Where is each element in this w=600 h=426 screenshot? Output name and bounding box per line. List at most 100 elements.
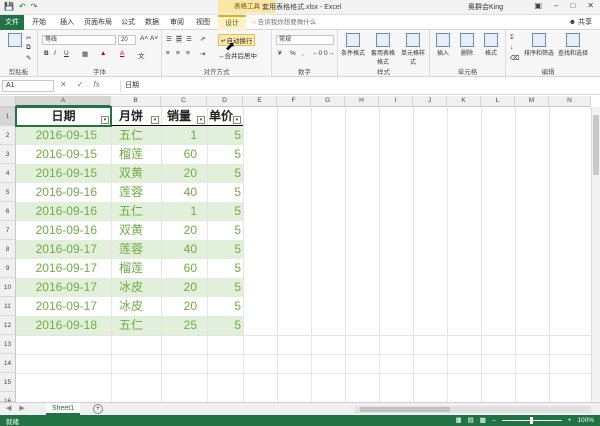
underline-button[interactable]: U (64, 50, 69, 57)
price-cell[interactable]: 5 (207, 278, 243, 297)
vertical-scrollbar[interactable] (591, 107, 600, 402)
table-row[interactable]: 2016-09-16 莲蓉 40 5 (0, 183, 243, 202)
row-header-15[interactable]: 15 (0, 373, 16, 392)
tab-data[interactable]: 数据 (142, 15, 162, 30)
row-header-1[interactable]: 1 (0, 107, 16, 126)
tab-design[interactable]: 设计 (218, 15, 246, 30)
mooncake-cell[interactable]: 冰皮 (111, 297, 161, 316)
column-header-l[interactable]: L (481, 96, 515, 107)
table-row[interactable]: 2016-09-15 五仁 1 5 (0, 126, 243, 145)
price-cell[interactable]: 5 (207, 126, 243, 145)
insert-function-icon[interactable]: fx (93, 80, 99, 89)
column-header-i[interactable]: I (379, 96, 413, 107)
italic-button[interactable]: I (54, 50, 56, 57)
font-color-icon[interactable]: A (120, 50, 124, 57)
format-as-table-button[interactable]: 套用表格格式 (370, 33, 396, 66)
delete-cells-button[interactable]: 删除 (454, 33, 480, 57)
find-select-button[interactable]: 查找和选择 (556, 33, 590, 57)
font-size-select[interactable]: 20 (118, 35, 136, 45)
quantity-cell[interactable]: 40 (161, 240, 207, 259)
sort-filter-button[interactable]: 排序和筛选 (522, 33, 556, 57)
horizontal-scroll-thumb[interactable] (360, 407, 450, 412)
row-header-16[interactable]: 16 (0, 392, 16, 402)
quantity-cell[interactable]: 40 (161, 183, 207, 202)
vertical-scroll-thumb[interactable] (593, 115, 599, 175)
date-cell[interactable]: 2016-09-17 (16, 278, 111, 297)
next-sheet-icon[interactable]: ▶ (19, 404, 24, 412)
tab-view[interactable]: 视图 (193, 15, 213, 30)
enter-icon[interactable]: ✓ (77, 80, 84, 89)
undo-icon[interactable]: ↶ (19, 2, 26, 11)
close-icon[interactable]: ✕ (587, 1, 594, 10)
restore-icon[interactable]: □ (570, 1, 575, 10)
quantity-cell[interactable]: 20 (161, 297, 207, 316)
mooncake-cell[interactable]: 五仁 (111, 202, 161, 221)
table-header-price[interactable]: 单价 (207, 107, 235, 126)
table-row[interactable]: 2016-09-17 冰皮 20 5 (0, 297, 243, 316)
align-left-icon[interactable]: ≡ (166, 50, 170, 57)
select-all-corner[interactable] (0, 96, 16, 107)
quantity-cell[interactable]: 20 (161, 221, 207, 240)
table-row[interactable]: 2016-09-18 五仁 25 5 (0, 316, 243, 335)
column-header-k[interactable]: K (447, 96, 481, 107)
tell-me-search[interactable]: ○ 告诉我你想要做什么 (252, 15, 316, 30)
format-cells-button[interactable]: 格式 (478, 33, 504, 57)
paste-button[interactable] (2, 33, 28, 48)
cut-icon[interactable]: ✂ (26, 34, 31, 42)
mooncake-cell[interactable]: 双黄 (111, 221, 161, 240)
prev-sheet-icon[interactable]: ◀ (6, 404, 11, 412)
normal-view-icon[interactable]: ▦ (455, 416, 461, 424)
price-cell[interactable]: 5 (207, 297, 243, 316)
table-row[interactable]: 2016-09-16 双黄 20 5 (0, 221, 243, 240)
merge-center-button[interactable]: ↔合并后居中 (218, 50, 257, 60)
align-bottom-icon[interactable]: ☰ (186, 35, 192, 43)
increase-decimal-icon[interactable]: ←0 (312, 50, 322, 57)
quantity-cell[interactable]: 25 (161, 316, 207, 335)
formula-input[interactable]: 日期 (120, 80, 596, 92)
tab-page-layout[interactable]: 页面布局 (82, 15, 114, 30)
quantity-cell[interactable]: 60 (161, 259, 207, 278)
save-icon[interactable]: 💾 (4, 2, 14, 11)
redo-icon[interactable]: ↷ (31, 2, 38, 11)
price-cell[interactable]: 5 (207, 145, 243, 164)
align-top-icon[interactable]: ☰ (166, 35, 172, 43)
table-header-mooncake[interactable]: 月饼 (111, 107, 151, 126)
bold-button[interactable]: B (44, 50, 49, 57)
date-cell[interactable]: 2016-09-15 (16, 126, 111, 145)
fill-icon[interactable]: ↓ (510, 44, 513, 51)
mooncake-cell[interactable]: 冰皮 (111, 278, 161, 297)
date-cell[interactable]: 2016-09-16 (16, 202, 111, 221)
table-row[interactable]: 2016-09-15 双黄 20 5 (0, 164, 243, 183)
tab-review[interactable]: 审阅 (167, 15, 187, 30)
zoom-out-icon[interactable]: – (492, 417, 496, 424)
format-painter-icon[interactable]: ✎ (26, 54, 31, 62)
column-header-g[interactable]: G (311, 96, 345, 107)
copy-icon[interactable]: ⧉ (26, 44, 31, 52)
horizontal-scrollbar[interactable] (355, 406, 591, 413)
column-header-c[interactable]: C (161, 96, 207, 107)
table-header-quantity[interactable]: 销量 (161, 107, 197, 126)
filter-dropdown-icon[interactable]: ▾ (197, 116, 205, 124)
currency-icon[interactable]: ¥ (278, 50, 282, 57)
decrease-decimal-icon[interactable]: 0→ (324, 50, 334, 57)
tab-file[interactable]: 文件 (0, 15, 24, 30)
cancel-icon[interactable]: ✕ (60, 80, 67, 89)
align-center-icon[interactable]: ≡ (176, 50, 180, 57)
tab-home[interactable]: 开始 (28, 15, 50, 30)
table-row[interactable]: 2016-09-16 五仁 1 5 (0, 202, 243, 221)
table-row[interactable]: 2016-09-17 莲蓉 40 5 (0, 240, 243, 259)
zoom-slider-knob[interactable] (529, 416, 533, 424)
date-cell[interactable]: 2016-09-16 (16, 183, 111, 202)
date-cell[interactable]: 2016-09-17 (16, 297, 111, 316)
mooncake-cell[interactable]: 五仁 (111, 316, 161, 335)
column-header-n[interactable]: N (549, 96, 591, 107)
quantity-cell[interactable]: 1 (161, 202, 207, 221)
user-name[interactable]: 奥群会King (468, 2, 503, 12)
table-row[interactable]: 2016-09-15 榴莲 60 5 (0, 145, 243, 164)
font-name-select[interactable]: 等线 (42, 35, 116, 45)
number-format-select[interactable]: 常规 (276, 35, 334, 45)
mooncake-cell[interactable]: 双黄 (111, 164, 161, 183)
tab-formulas[interactable]: 公式 (118, 15, 138, 30)
share-button[interactable]: ☻ 共享 (569, 15, 592, 30)
table-row[interactable]: 2016-09-17 榴莲 60 5 (0, 259, 243, 278)
